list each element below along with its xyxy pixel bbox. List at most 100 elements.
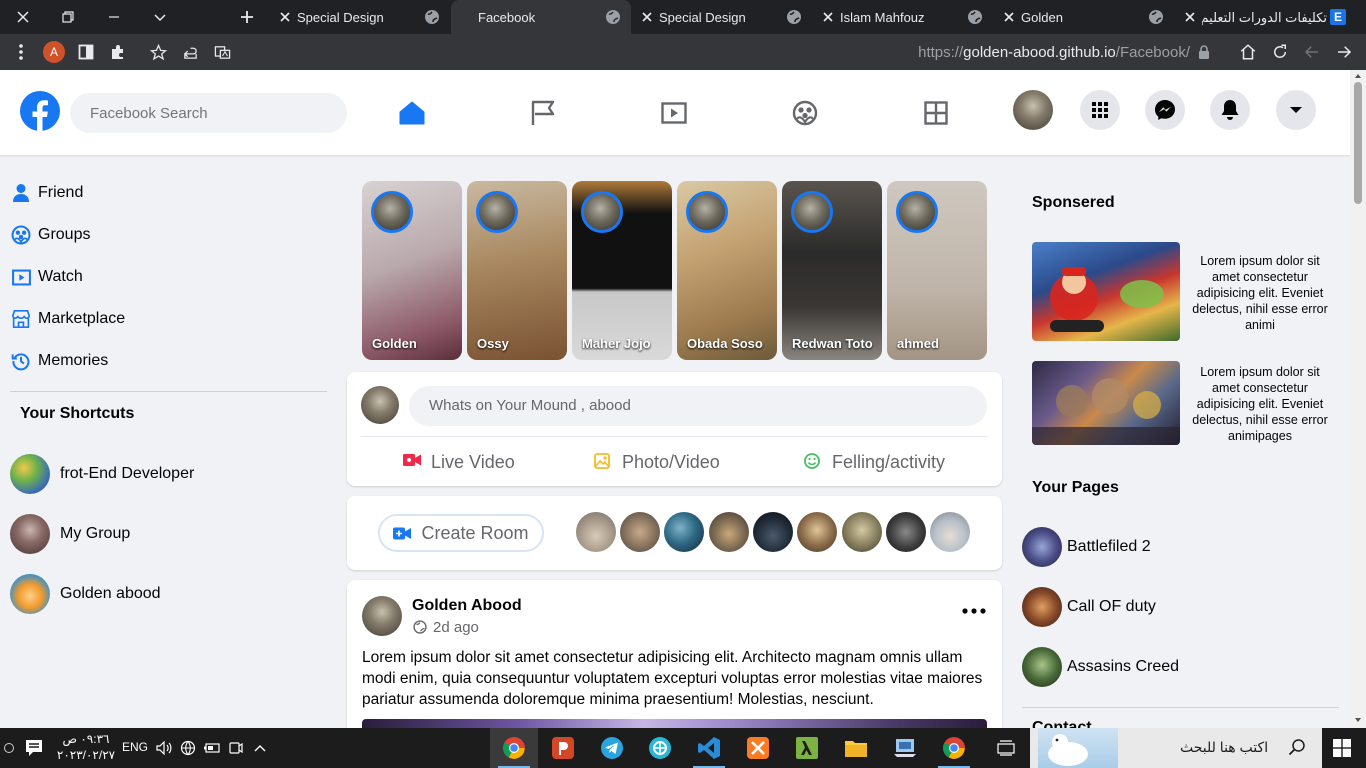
new-tab-button[interactable]: [224, 0, 270, 34]
room-avatar[interactable]: [797, 512, 837, 552]
sidebar-item-groups[interactable]: Groups: [10, 219, 90, 251]
browser-tab[interactable]: Golden: [994, 0, 1174, 34]
create-room-button[interactable]: Create Room: [378, 514, 544, 552]
room-avatar[interactable]: [576, 512, 616, 552]
bookmark-button[interactable]: [142, 34, 174, 70]
taskbar-chrome-app[interactable]: [490, 728, 538, 768]
page-item[interactable]: Assasins Creed: [1022, 647, 1179, 687]
feeling-activity-button[interactable]: Felling/activity: [804, 450, 945, 474]
window-close-button[interactable]: [0, 0, 46, 34]
shortcut-item[interactable]: Golden abood: [10, 574, 161, 614]
story-card[interactable]: ahmed: [887, 181, 987, 360]
shortcut-item[interactable]: My Group: [10, 514, 130, 554]
post-author-avatar[interactable]: [362, 596, 402, 636]
page-item[interactable]: Battlefiled 2: [1022, 527, 1151, 567]
facebook-search-input[interactable]: [70, 93, 347, 133]
room-avatar[interactable]: [886, 512, 926, 552]
scrollbar-thumb[interactable]: [1354, 82, 1362, 204]
post-author-name[interactable]: Golden Abood: [412, 597, 522, 615]
facebook-logo[interactable]: [20, 91, 60, 131]
taskbar-vscode-app[interactable]: [685, 728, 733, 768]
sponsored-text[interactable]: Lorem ipsum dolor sit amet consectetur a…: [1185, 364, 1335, 444]
account-menu-button[interactable]: [1276, 90, 1316, 130]
extensions-button[interactable]: [102, 34, 134, 70]
taskbar-chrome-app-2[interactable]: [930, 728, 978, 768]
story-card[interactable]: Obada Soso: [677, 181, 777, 360]
room-avatar[interactable]: [709, 512, 749, 552]
close-icon[interactable]: [278, 10, 292, 24]
taskbar-search-box[interactable]: اكتب هنا للبحث: [1030, 728, 1322, 768]
lock-icon[interactable]: [1192, 34, 1216, 70]
window-restore-button[interactable]: [45, 0, 91, 34]
photo-video-button[interactable]: Photo/Video: [594, 450, 720, 474]
story-card[interactable]: Golden: [362, 181, 462, 360]
close-icon[interactable]: [1183, 10, 1197, 24]
story-card[interactable]: Ossy: [467, 181, 567, 360]
browser-tab[interactable]: Islam Mahfouz: [813, 0, 993, 34]
network-icon[interactable]: [176, 728, 200, 768]
nav-pages[interactable]: [520, 90, 566, 136]
tab-search-button[interactable]: [137, 0, 183, 34]
nav-gaming[interactable]: [913, 90, 959, 136]
browser-tab[interactable]: Special Design: [632, 0, 812, 34]
browser-tab[interactable]: تكليفات الدورات التعليم E: [1175, 0, 1355, 34]
profile-button[interactable]: A: [38, 34, 70, 70]
post-options-button[interactable]: [959, 598, 989, 624]
shortcut-item[interactable]: frot-End Developer: [10, 454, 194, 494]
close-icon[interactable]: [640, 10, 654, 24]
input-language[interactable]: ENG: [122, 740, 148, 754]
system-clock[interactable]: ٠٩:٣٦ ص ٢٠٢٣/٠٢/٢٧: [56, 731, 116, 763]
notifications-button[interactable]: [1210, 90, 1250, 130]
composer-input[interactable]: Whats on Your Mound , abood: [409, 386, 987, 426]
forward-button[interactable]: [1328, 34, 1360, 70]
taskbar-vm-app[interactable]: [881, 728, 929, 768]
battery-icon[interactable]: [200, 728, 224, 768]
taskbar-telegram-app[interactable]: [588, 728, 636, 768]
page-item[interactable]: Call OF duty: [1022, 587, 1156, 627]
address-bar[interactable]: https://golden-abood.github.io/Facebook/: [918, 44, 1190, 61]
room-avatar[interactable]: [753, 512, 793, 552]
sponsored-image[interactable]: [1032, 361, 1180, 445]
browser-tab[interactable]: Special Design: [270, 0, 450, 34]
scroll-up-icon[interactable]: [1355, 74, 1361, 78]
meet-now-icon[interactable]: [224, 728, 248, 768]
taskbar-lambda-app[interactable]: [783, 728, 831, 768]
reload-button[interactable]: [1264, 34, 1296, 70]
browser-tab-active[interactable]: Facebook: [451, 0, 631, 34]
close-icon[interactable]: [821, 10, 835, 24]
translate-button[interactable]: [206, 34, 238, 70]
home-button[interactable]: [1232, 34, 1264, 70]
sidebar-item-watch[interactable]: Watch: [10, 261, 83, 293]
taskbar-network-app[interactable]: [636, 728, 684, 768]
room-avatar[interactable]: [620, 512, 660, 552]
live-video-button[interactable]: Live Video: [403, 450, 515, 474]
sponsored-text[interactable]: Lorem ipsum dolor sit amet consectetur a…: [1185, 253, 1335, 333]
profile-avatar[interactable]: [1013, 90, 1053, 130]
nav-home[interactable]: [389, 90, 435, 136]
taskbar-xampp-app[interactable]: [734, 728, 782, 768]
sponsored-image[interactable]: [1032, 242, 1180, 341]
task-view-button[interactable]: [982, 728, 1030, 768]
chevron-up-icon[interactable]: [248, 728, 272, 768]
messenger-button[interactable]: [1145, 90, 1185, 130]
taskbar-file-explorer[interactable]: [832, 728, 880, 768]
side-panel-button[interactable]: [70, 34, 102, 70]
nav-watch[interactable]: [651, 90, 697, 136]
sidebar-item-memories[interactable]: Memories: [10, 345, 108, 377]
taskbar-presenter-app[interactable]: [539, 728, 587, 768]
start-button[interactable]: [1318, 728, 1366, 768]
close-icon[interactable]: [1002, 10, 1016, 24]
scroll-down-icon[interactable]: [1355, 718, 1361, 722]
action-center-button[interactable]: [12, 728, 56, 768]
nav-groups[interactable]: [782, 90, 828, 136]
sidebar-item-marketplace[interactable]: Marketplace: [10, 303, 125, 335]
room-avatar[interactable]: [664, 512, 704, 552]
volume-icon[interactable]: [152, 728, 176, 768]
story-card[interactable]: Maher Jojo: [572, 181, 672, 360]
window-minimize-button[interactable]: [91, 0, 137, 34]
menu-button[interactable]: [1080, 90, 1120, 130]
sidebar-item-friend[interactable]: Friend: [10, 177, 83, 209]
room-avatar[interactable]: [930, 512, 970, 552]
share-button[interactable]: [174, 34, 206, 70]
page-scrollbar[interactable]: [1350, 70, 1366, 728]
